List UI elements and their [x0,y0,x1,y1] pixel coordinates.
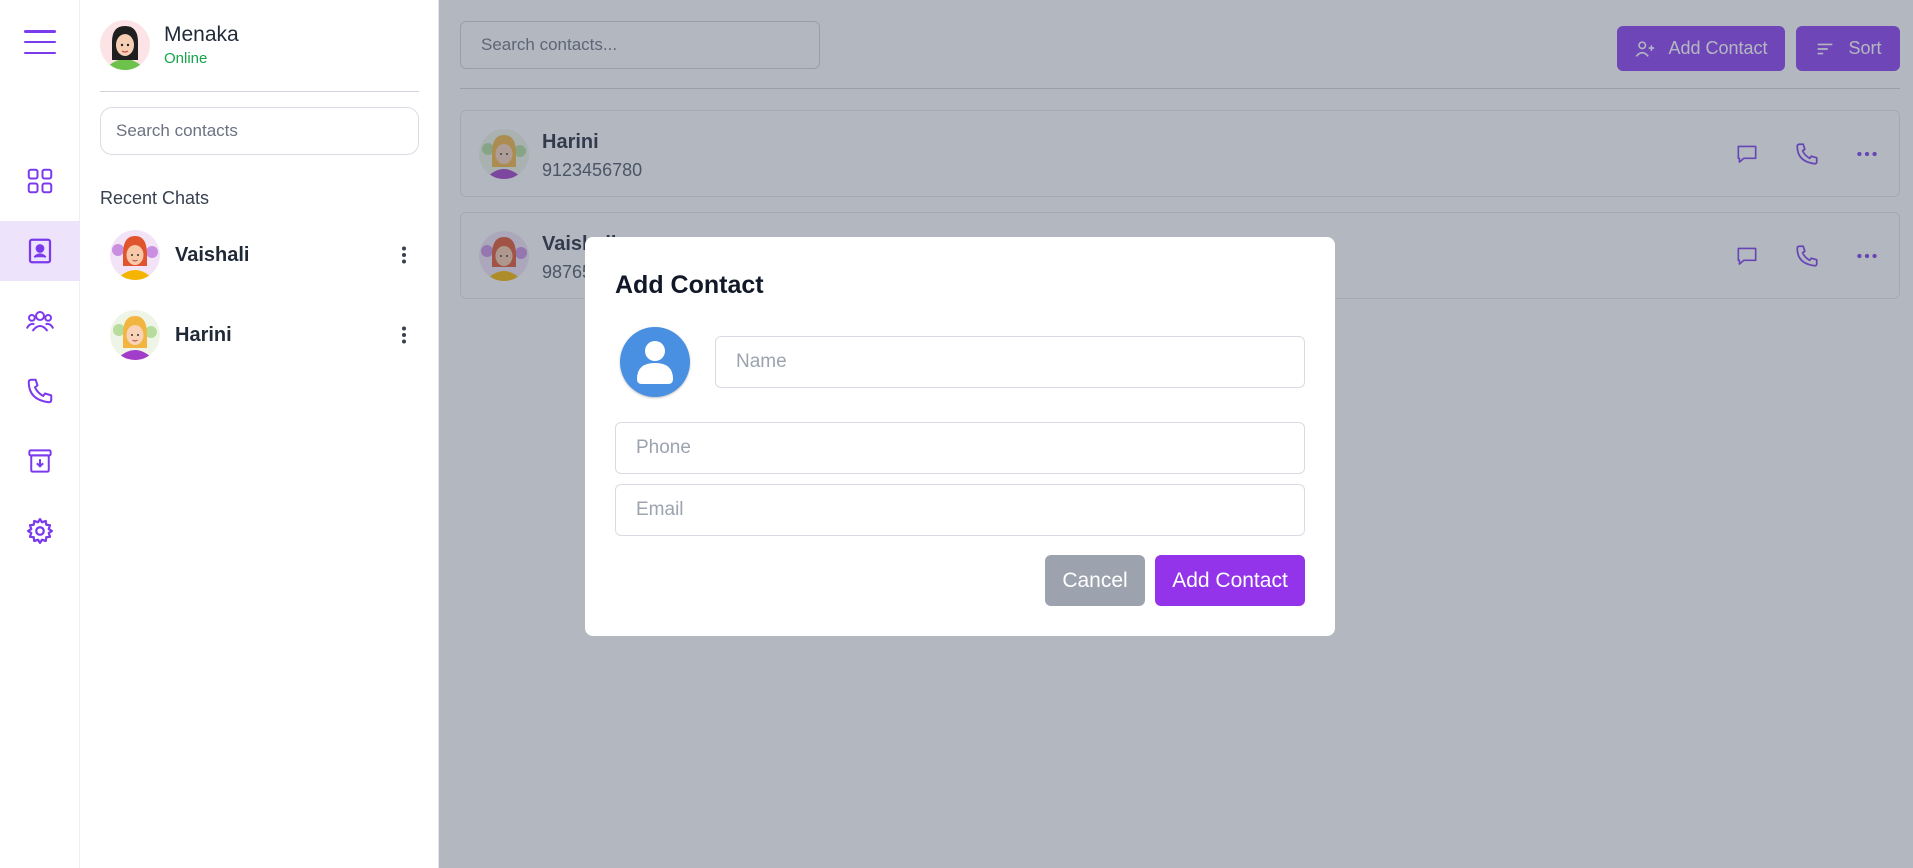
current-user: Menaka Online [100,20,239,70]
nav-dashboard[interactable] [0,151,80,211]
user-placeholder-icon [637,341,673,384]
email-field[interactable] [615,484,1305,536]
phone-icon [27,378,53,404]
recent-chat-item[interactable]: Vaishali [100,224,419,286]
hamburger-menu-icon[interactable] [24,30,56,54]
add-contact-dialog: Add Contact Cancel Add Contact [585,237,1335,636]
side-panel: Menaka Online Recent Chats Vaishali [80,0,439,868]
recent-chats-title: Recent Chats [100,188,210,208]
nav-rail [0,0,80,868]
phone-field[interactable] [615,422,1305,474]
recent-chat-item[interactable]: Harini [100,304,419,366]
user-name: Menaka [164,22,239,46]
nav-groups[interactable] [0,291,80,351]
chat-name: Vaishali [175,243,250,266]
more-vertical-icon[interactable] [389,320,419,350]
profile-photo-picker[interactable] [620,327,690,397]
gear-icon [27,518,53,544]
group-users-icon [25,311,55,332]
submit-add-contact-button[interactable]: Add Contact [1155,555,1305,606]
dashboard-grid-icon [27,168,53,194]
nav-archive[interactable] [0,431,80,491]
nav-calls[interactable] [0,361,80,421]
divider [100,91,419,92]
contact-book-icon [28,238,52,264]
nav-settings[interactable] [0,501,80,561]
chat-avatar [110,310,160,360]
name-field[interactable] [715,336,1305,388]
sidebar-search-input[interactable] [100,107,419,155]
chat-avatar [110,230,160,280]
dialog-title: Add Contact [615,271,764,299]
nav-contacts[interactable] [0,221,80,281]
archive-icon [28,449,52,473]
user-status: Online [164,50,208,68]
more-vertical-icon[interactable] [389,240,419,270]
chat-name: Harini [175,323,232,346]
user-avatar[interactable] [100,20,150,70]
cancel-button[interactable]: Cancel [1045,555,1145,606]
